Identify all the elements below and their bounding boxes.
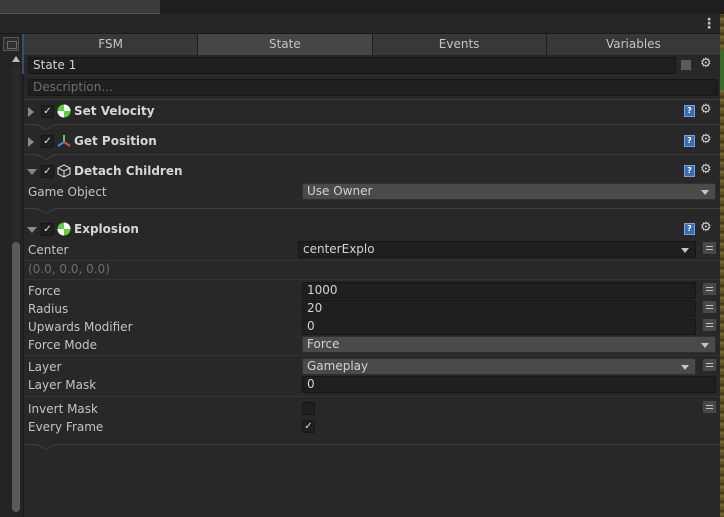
layer-value: Gameplay xyxy=(307,359,369,373)
action-settings-gear-icon[interactable]: ⚙ xyxy=(700,133,712,147)
scrollbar-thumb[interactable] xyxy=(12,242,20,512)
action-enabled-checkbox[interactable]: ✓ xyxy=(41,135,54,148)
help-icon[interactable]: ? xyxy=(684,223,695,235)
expand-arrow-icon[interactable] xyxy=(28,137,34,147)
vertical-scrollbar[interactable] xyxy=(11,56,21,517)
action-get-position[interactable]: ✓ Get Position ? ⚙ xyxy=(24,130,720,154)
action-settings-gear-icon[interactable]: ⚙ xyxy=(700,163,712,177)
layer-mask-input[interactable]: 0 xyxy=(302,376,716,393)
layer-label: Layer xyxy=(28,360,62,374)
inspector-tabs: FSM State Events Variables xyxy=(24,34,720,55)
collapse-arrow-icon[interactable] xyxy=(27,227,37,233)
action-title: Explosion xyxy=(74,222,139,236)
chevron-down-icon xyxy=(701,343,709,348)
action-enabled-checkbox[interactable]: ✓ xyxy=(41,105,54,118)
invert-mask-options-menu-icon[interactable] xyxy=(702,400,717,414)
collapse-panel-icon[interactable] xyxy=(3,37,19,51)
game-object-label: Game Object xyxy=(28,185,107,199)
state-inspector: State 1 ⚙ Description... ✓ Set Velocity … xyxy=(24,55,720,517)
state-color-toggle[interactable] xyxy=(680,59,692,71)
tab-state[interactable]: State xyxy=(198,34,373,55)
physics-ball-icon xyxy=(57,222,71,236)
action-title: Detach Children xyxy=(74,164,183,178)
force-mode-label: Force Mode xyxy=(28,338,97,352)
center-variable-dropdown[interactable]: centerExplo xyxy=(298,241,696,258)
action-set-velocity[interactable]: ✓ Set Velocity ? ⚙ xyxy=(24,100,720,124)
description-field[interactable]: Description... xyxy=(28,79,718,96)
cube-icon xyxy=(57,164,71,178)
action-enabled-checkbox[interactable]: ✓ xyxy=(41,223,54,236)
tab-events[interactable]: Events xyxy=(372,34,547,55)
upwards-modifier-options-menu-icon[interactable] xyxy=(702,318,717,332)
window-tab-stub[interactable] xyxy=(0,0,160,14)
action-title: Set Velocity xyxy=(74,104,155,118)
invert-mask-checkbox[interactable] xyxy=(302,402,315,415)
more-options-icon[interactable]: ⋮ xyxy=(702,16,716,32)
center-vector-readout: (0.0, 0.0, 0.0) xyxy=(28,262,110,276)
force-mode-value: Force xyxy=(307,337,340,351)
scroll-up-arrow-icon[interactable] xyxy=(12,56,20,62)
force-options-menu-icon[interactable] xyxy=(702,282,717,296)
help-icon[interactable]: ? xyxy=(684,135,695,147)
action-enabled-checkbox[interactable]: ✓ xyxy=(41,165,54,178)
state-name-field[interactable]: State 1 xyxy=(28,57,676,74)
every-frame-label: Every Frame xyxy=(28,420,104,434)
force-label: Force xyxy=(28,284,61,298)
action-detach-children[interactable]: ✓ Detach Children ? ⚙ xyxy=(24,160,720,184)
panel-menu-bar: ⋮ xyxy=(0,14,724,34)
scene-view-edge xyxy=(720,14,724,517)
invert-mask-label: Invert Mask xyxy=(28,402,98,416)
upwards-modifier-input[interactable]: 0 xyxy=(302,318,696,335)
window-top-strip xyxy=(0,0,724,14)
tab-fsm[interactable]: FSM xyxy=(24,34,199,55)
every-frame-checkbox[interactable]: ✓ xyxy=(302,420,315,433)
center-options-menu-icon[interactable] xyxy=(702,241,717,255)
chevron-down-icon xyxy=(681,248,689,253)
layer-dropdown[interactable]: Gameplay xyxy=(302,358,696,375)
action-settings-gear-icon[interactable]: ⚙ xyxy=(700,103,712,117)
game-object-dropdown[interactable]: Use Owner xyxy=(302,183,716,200)
force-mode-dropdown[interactable]: Force xyxy=(302,336,716,353)
tab-variables[interactable]: Variables xyxy=(546,34,720,55)
collapse-arrow-icon[interactable] xyxy=(27,169,37,175)
center-value: centerExplo xyxy=(303,242,375,256)
force-input[interactable]: 1000 xyxy=(302,282,696,299)
expand-arrow-icon[interactable] xyxy=(28,107,34,117)
transform-axes-icon xyxy=(57,135,71,147)
chevron-down-icon xyxy=(681,365,689,370)
action-settings-gear-icon[interactable]: ⚙ xyxy=(700,221,712,235)
radius-input[interactable]: 20 xyxy=(302,300,696,317)
upwards-modifier-label: Upwards Modifier xyxy=(28,320,133,334)
action-explosion[interactable]: ✓ Explosion ? ⚙ xyxy=(24,218,720,242)
help-icon[interactable]: ? xyxy=(684,105,695,117)
center-label: Center xyxy=(28,243,69,257)
action-title: Get Position xyxy=(74,134,157,148)
state-settings-gear-icon[interactable]: ⚙ xyxy=(700,56,712,71)
radius-label: Radius xyxy=(28,302,69,316)
game-object-value: Use Owner xyxy=(307,184,373,198)
chevron-down-icon xyxy=(701,190,709,195)
layer-options-menu-icon[interactable] xyxy=(702,358,717,372)
radius-options-menu-icon[interactable] xyxy=(702,300,717,314)
help-icon[interactable]: ? xyxy=(684,165,695,177)
layer-mask-label: Layer Mask xyxy=(28,378,97,392)
physics-ball-icon xyxy=(57,104,71,118)
